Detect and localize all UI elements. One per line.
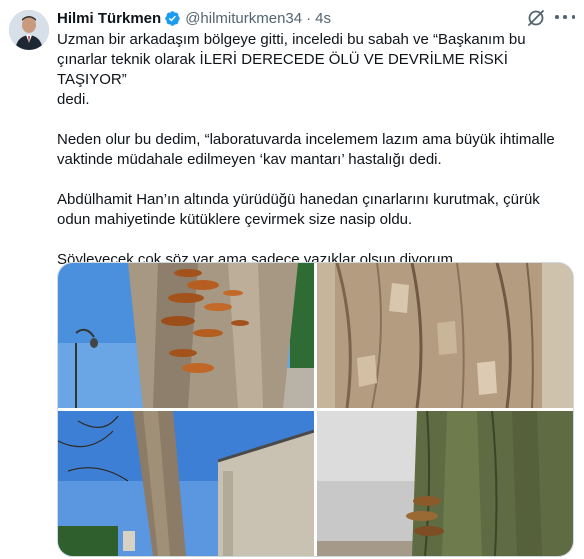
grok-icon[interactable] bbox=[526, 8, 546, 28]
photo-bark-closeup[interactable] bbox=[317, 263, 573, 408]
tweet-paragraph: Neden olur bu dedim, “laboratuvarda ince… bbox=[57, 131, 555, 168]
tweet-paragraph: Abdülhamit Han’ın altında yürüdüğü haned… bbox=[57, 191, 540, 228]
more-options-icon[interactable] bbox=[555, 14, 575, 20]
tweet-paragraph: Uzman bir arkadaşım bölgeye gitti, incel… bbox=[57, 31, 526, 108]
separator-dot: · bbox=[306, 9, 312, 27]
tweet-timestamp[interactable]: 4s bbox=[315, 10, 331, 27]
photo-mossy-trunk[interactable] bbox=[317, 411, 573, 556]
verified-badge-icon bbox=[164, 10, 181, 27]
media-grid bbox=[57, 262, 574, 557]
photo-tree-wall[interactable] bbox=[58, 411, 314, 556]
avatar[interactable] bbox=[9, 10, 49, 50]
author-name[interactable]: Hilmi Türkmen bbox=[57, 10, 161, 27]
tweet-header: Hilmi Türkmen @hilmiturkmen34 · 4s bbox=[57, 8, 331, 28]
tweet-text: Uzman bir arkadaşım bölgeye gitti, incel… bbox=[57, 30, 577, 270]
photo-tree-fungus[interactable] bbox=[58, 263, 314, 408]
author-handle[interactable]: @hilmiturkmen34 bbox=[185, 10, 302, 27]
